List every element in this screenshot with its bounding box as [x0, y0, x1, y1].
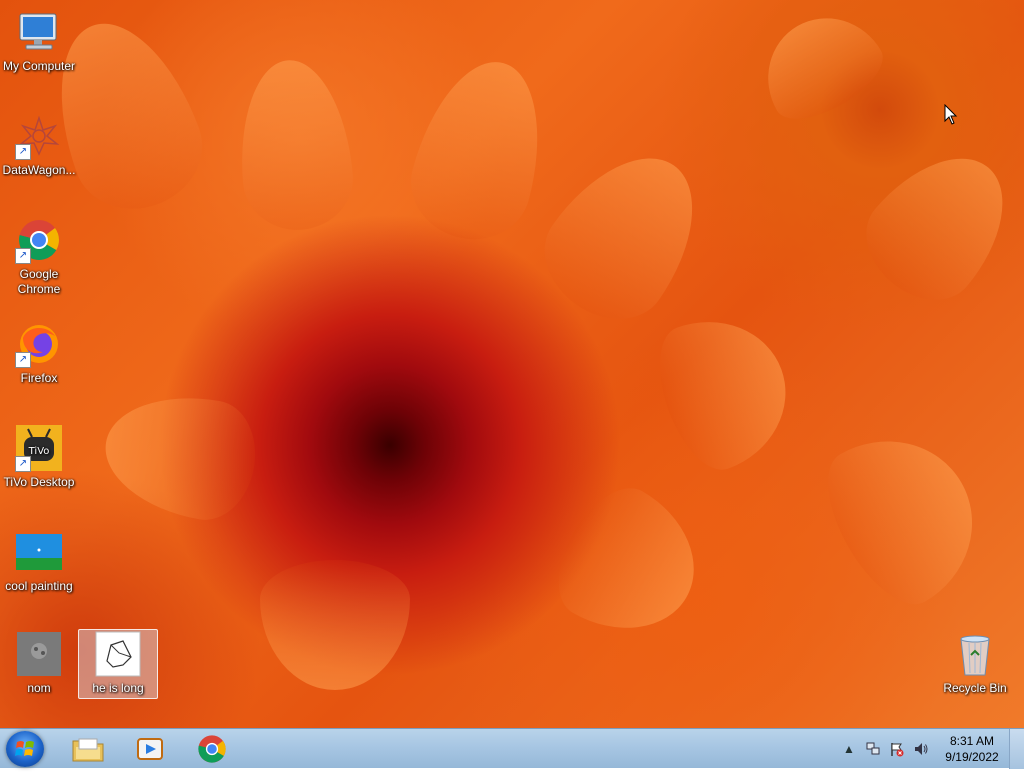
media-player-icon: [137, 738, 163, 760]
computer-icon: [15, 8, 63, 56]
recycle-bin-icon: [951, 630, 999, 678]
google-chrome-icon[interactable]: ↗ Google Chrome: [0, 216, 78, 297]
folder-icon: [72, 738, 104, 762]
desktop-wallpaper[interactable]: My Computer ↗ DataWagon... ↗ Google Chro…: [0, 0, 1024, 728]
volume-icon[interactable]: [913, 741, 929, 757]
network-icon[interactable]: [865, 741, 881, 757]
windows-logo-icon: [15, 741, 34, 756]
shortcut-arrow-icon: ↗: [15, 352, 31, 368]
windows-explorer-button[interactable]: [66, 732, 110, 766]
chrome-icon: ↗: [15, 216, 63, 264]
tivo-desktop-icon[interactable]: TiVo ↗ TiVo Desktop: [0, 424, 78, 490]
shortcut-arrow-icon: ↗: [15, 144, 31, 160]
tivo-icon: TiVo ↗: [15, 424, 63, 472]
chrome-icon: [198, 735, 226, 763]
firefox-icon[interactable]: ↗ Firefox: [0, 320, 78, 386]
shortcut-arrow-icon: ↗: [15, 456, 31, 472]
firefox-icon: ↗: [15, 320, 63, 368]
chrome-taskbar-button[interactable]: [190, 732, 234, 766]
datawagon-icon: ↗: [15, 112, 63, 160]
image-file-icon: [15, 528, 63, 576]
taskbar: ▲ 8:31 AM 9/19/2022: [0, 728, 1024, 769]
recycle-bin-icon[interactable]: Recycle Bin: [936, 630, 1014, 696]
clock-time: 8:31 AM: [949, 734, 995, 748]
action-center-flag-icon[interactable]: [889, 741, 905, 757]
media-player-button[interactable]: [128, 732, 172, 766]
my-computer-icon[interactable]: My Computer: [0, 8, 78, 74]
he-is-long-icon[interactable]: he is long: [78, 629, 158, 699]
image-file-icon: [15, 630, 63, 678]
clock[interactable]: 8:31 AM 9/19/2022: [941, 733, 1003, 765]
start-button[interactable]: [6, 731, 44, 767]
cool-painting-icon[interactable]: cool painting: [0, 528, 78, 594]
show-desktop-button[interactable]: [1009, 729, 1024, 769]
system-tray: ▲ 8:31 AM 9/19/2022: [837, 729, 1024, 769]
shortcut-arrow-icon: ↗: [15, 248, 31, 264]
show-hidden-icons-icon[interactable]: ▲: [841, 741, 857, 757]
nom-icon[interactable]: nom: [0, 630, 78, 696]
image-file-icon: [94, 630, 142, 678]
datawagon-icon[interactable]: ↗ DataWagon...: [0, 112, 78, 178]
clock-date: 9/19/2022: [945, 750, 999, 764]
